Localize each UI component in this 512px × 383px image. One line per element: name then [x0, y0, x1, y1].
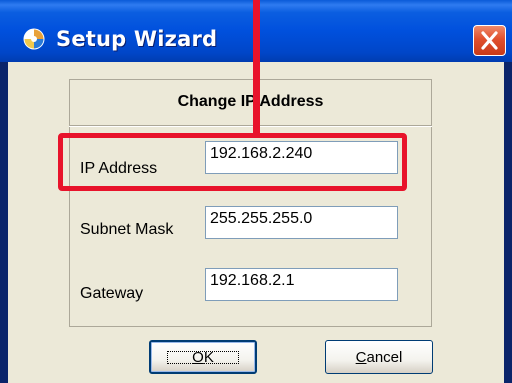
ok-button[interactable]: OK: [149, 340, 257, 374]
cancel-label: Cancel: [355, 348, 403, 366]
section-divider: [69, 125, 432, 127]
setup-wizard-window: Setup Wizard Change IP Address IP Addres…: [0, 0, 512, 383]
gateway-label: Gateway: [80, 285, 144, 302]
ok-label: OK: [162, 346, 244, 369]
app-icon: [22, 27, 46, 51]
section-title: Change IP Address: [177, 93, 324, 110]
gateway-input[interactable]: 192.168.2.1: [205, 268, 398, 301]
annotation-highlight-box: [58, 133, 407, 191]
subnet-mask-label: Subnet Mask: [80, 221, 174, 238]
subnet-mask-input[interactable]: 255.255.255.0: [205, 206, 398, 239]
cancel-button[interactable]: Cancel: [325, 340, 433, 374]
annotation-pointer-line: [253, 0, 260, 137]
window-title: Setup Wizard: [56, 27, 218, 51]
close-button[interactable]: [473, 25, 506, 56]
